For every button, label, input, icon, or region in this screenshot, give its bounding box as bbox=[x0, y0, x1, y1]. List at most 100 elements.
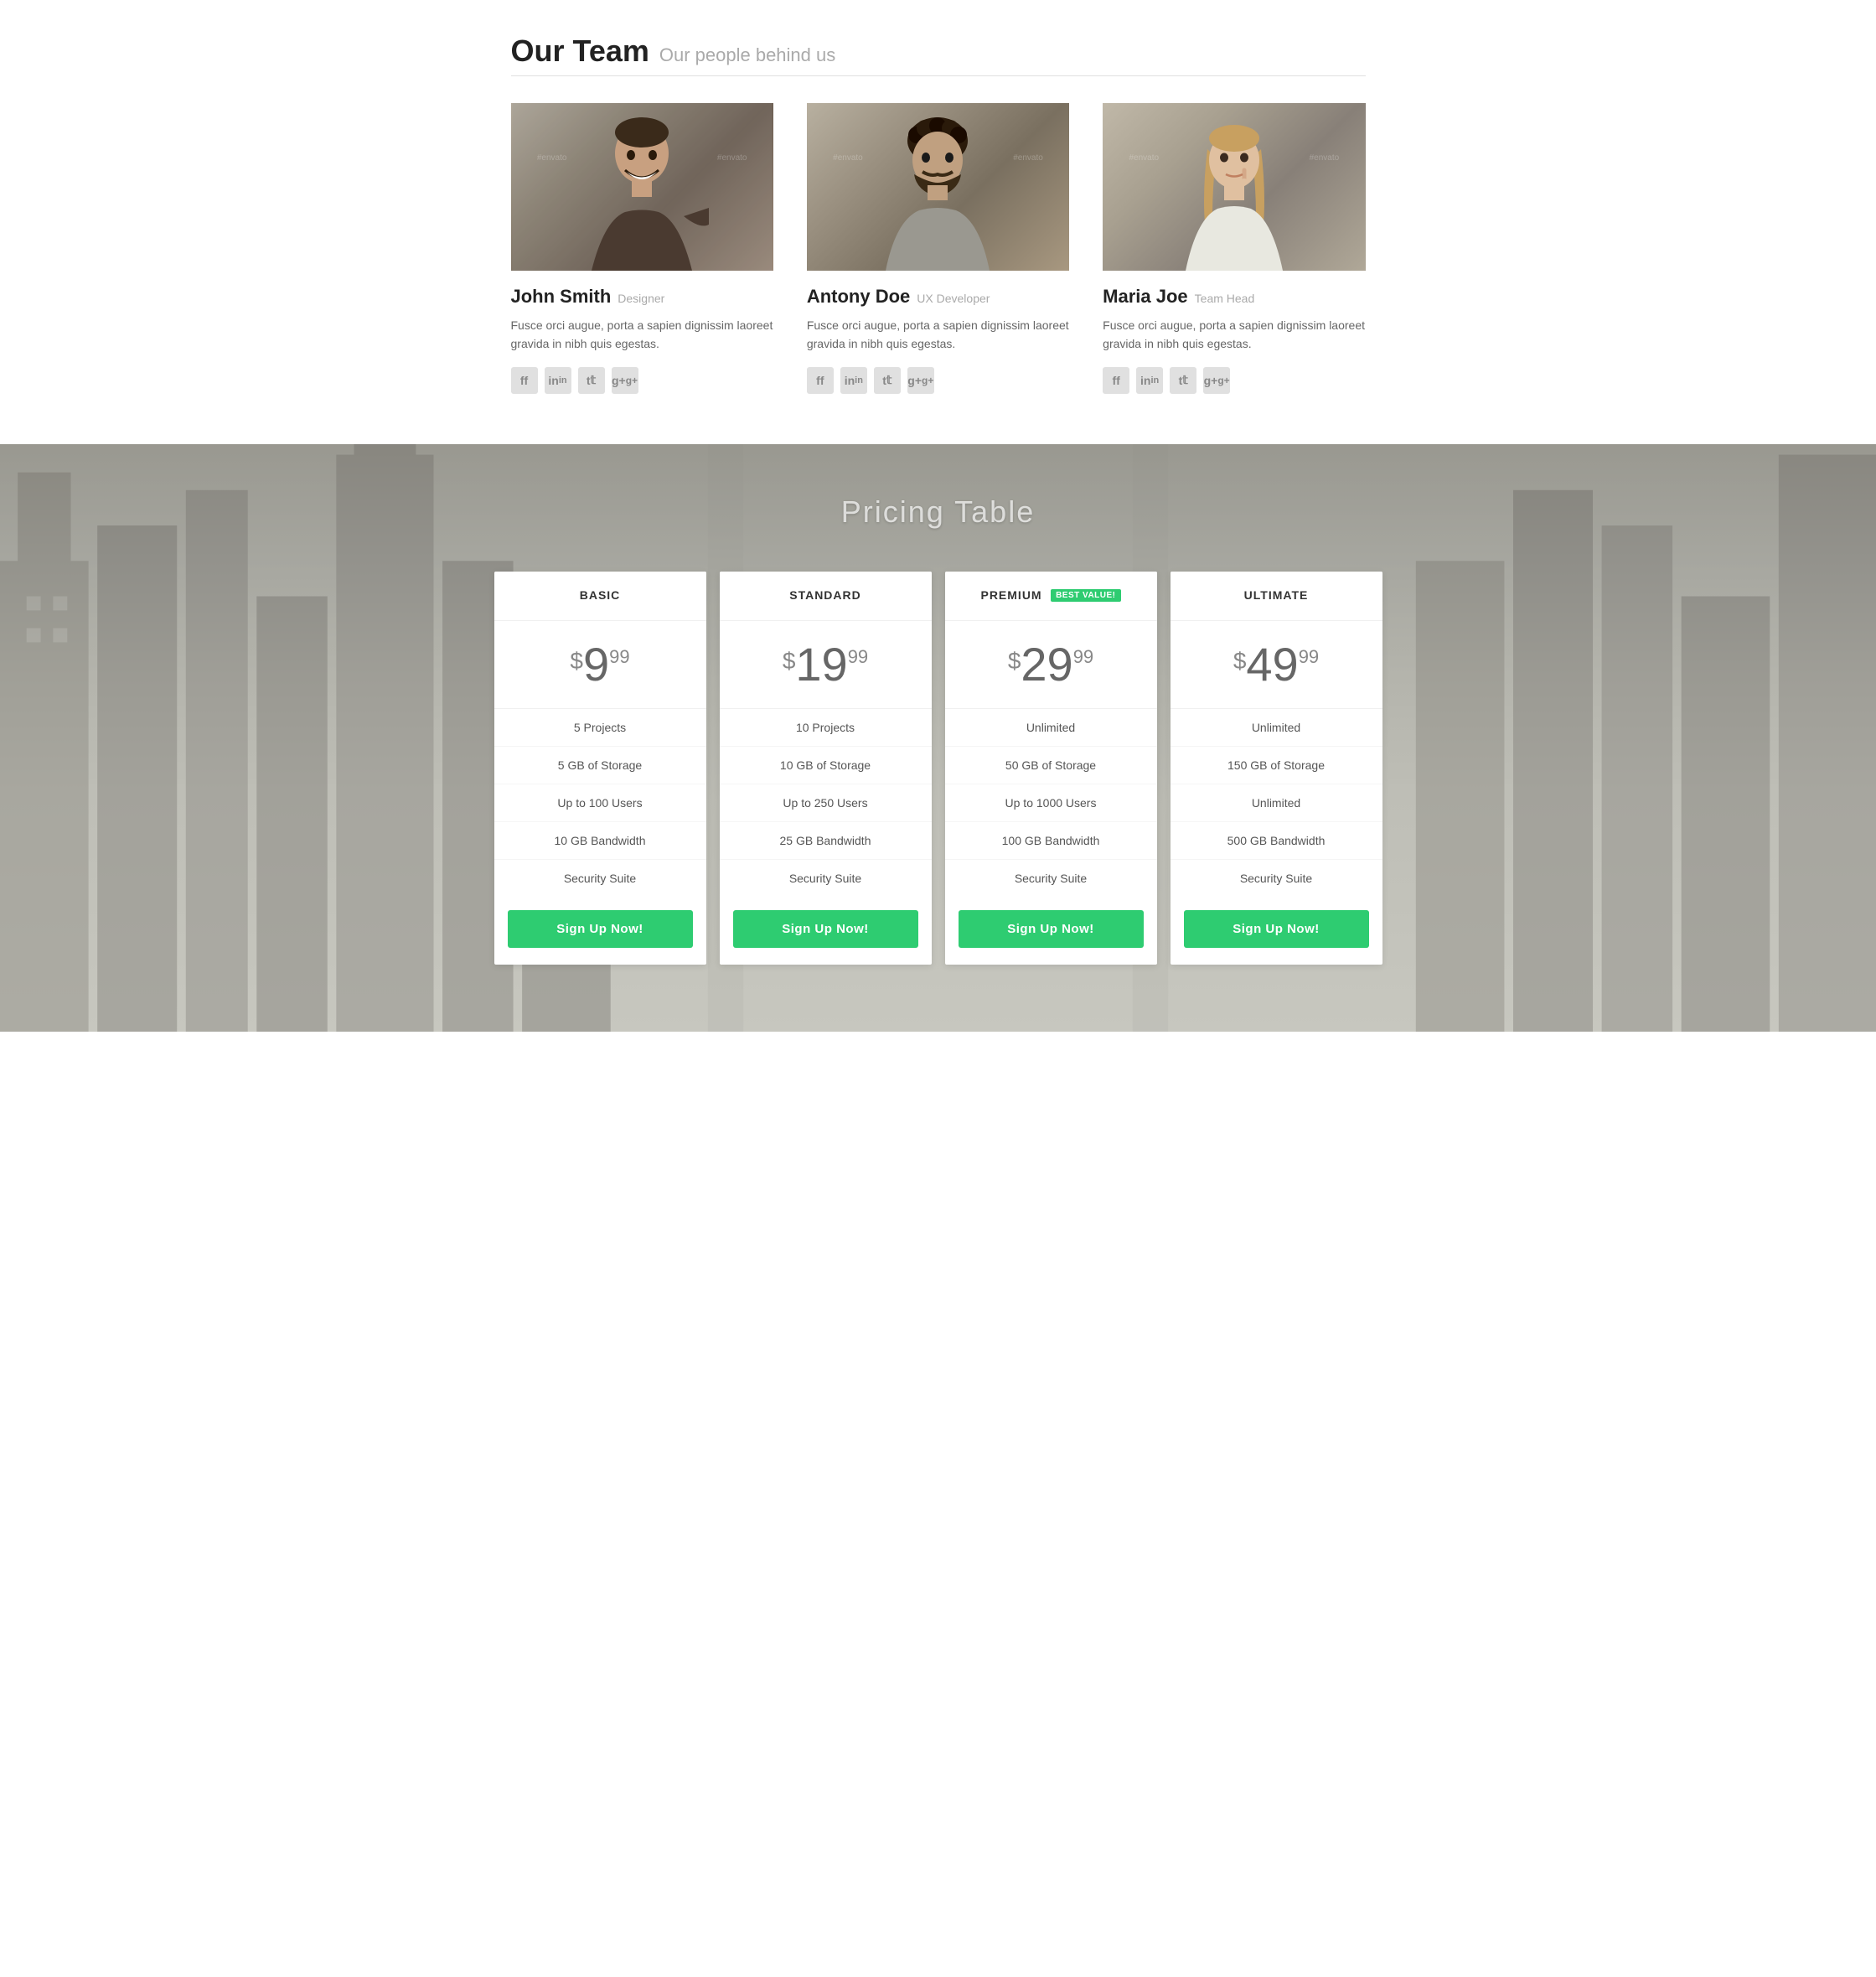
member-photo-john: #envato #envato bbox=[511, 103, 773, 271]
price-block-ultimate: $ 49 99 bbox=[1171, 621, 1382, 709]
googleplus-icon-antony[interactable]: g+ bbox=[907, 367, 934, 394]
plan-header-standard: STANDARD bbox=[720, 572, 932, 621]
feature-standard-1: 10 Projects bbox=[720, 709, 932, 747]
price-main-basic: $ 9 99 bbox=[570, 641, 629, 688]
feature-standard-2: 10 GB of Storage bbox=[720, 747, 932, 784]
price-main-standard: $ 19 99 bbox=[783, 641, 868, 688]
plan-header-basic: BASIC bbox=[494, 572, 706, 621]
feature-standard-3: Up to 250 Users bbox=[720, 784, 932, 822]
team-grid: #envato #envato John Smith Designer Fusc… bbox=[511, 103, 1366, 394]
plan-header-premium: PREMIUM BEST VALUE! bbox=[945, 572, 1157, 621]
linkedin-icon-maria[interactable]: in bbox=[1136, 367, 1163, 394]
feature-ultimate-1: Unlimited bbox=[1171, 709, 1382, 747]
pricing-card-premium: PREMIUM BEST VALUE! $ 29 99 Unlimited 50… bbox=[945, 572, 1157, 965]
feature-basic-3: Up to 100 Users bbox=[494, 784, 706, 822]
member-bio-maria: Fusce orci augue, porta a sapien digniss… bbox=[1103, 316, 1365, 354]
twitter-icon-john[interactable]: t bbox=[578, 367, 605, 394]
feature-ultimate-5: Security Suite bbox=[1171, 860, 1382, 897]
plan-name-basic: BASIC bbox=[580, 588, 621, 602]
member-name-row-antony: Antony Doe UX Developer bbox=[807, 286, 1069, 308]
price-cents-premium: 99 bbox=[1073, 646, 1093, 668]
dollar-sign-basic: $ bbox=[570, 648, 583, 675]
team-member-maria: #envato #envato Maria Joe Team Head Fusc… bbox=[1103, 103, 1365, 394]
facebook-icon-antony[interactable]: f bbox=[807, 367, 834, 394]
dollar-sign-standard: $ bbox=[783, 648, 796, 675]
plan-features-basic: 5 Projects 5 GB of Storage Up to 100 Use… bbox=[494, 709, 706, 897]
price-number-premium: 29 bbox=[1021, 641, 1072, 688]
member-name-row-john: John Smith Designer bbox=[511, 286, 773, 308]
team-member-antony: #envato #envato Antony Doe UX Developer … bbox=[807, 103, 1069, 394]
team-title: Our Team bbox=[511, 34, 649, 69]
plan-name-premium: PREMIUM bbox=[980, 588, 1041, 602]
plan-name-standard: STANDARD bbox=[789, 588, 861, 602]
feature-ultimate-3: Unlimited bbox=[1171, 784, 1382, 822]
feature-premium-5: Security Suite bbox=[945, 860, 1157, 897]
team-section: Our Team Our people behind us bbox=[494, 0, 1382, 444]
signup-button-basic[interactable]: Sign Up Now! bbox=[508, 910, 693, 948]
price-block-premium: $ 29 99 bbox=[945, 621, 1157, 709]
feature-basic-5: Security Suite bbox=[494, 860, 706, 897]
signup-button-premium[interactable]: Sign Up Now! bbox=[959, 910, 1144, 948]
facebook-icon-maria[interactable]: f bbox=[1103, 367, 1129, 394]
price-main-premium: $ 29 99 bbox=[1008, 641, 1093, 688]
feature-premium-3: Up to 1000 Users bbox=[945, 784, 1157, 822]
team-divider bbox=[511, 75, 1366, 76]
dollar-sign-ultimate: $ bbox=[1233, 648, 1247, 675]
feature-premium-1: Unlimited bbox=[945, 709, 1157, 747]
plan-features-standard: 10 Projects 10 GB of Storage Up to 250 U… bbox=[720, 709, 932, 897]
social-icons-antony: f in t g+ bbox=[807, 367, 1069, 394]
twitter-icon-maria[interactable]: t bbox=[1170, 367, 1196, 394]
linkedin-icon-john[interactable]: in bbox=[545, 367, 571, 394]
price-main-ultimate: $ 49 99 bbox=[1233, 641, 1319, 688]
plan-features-ultimate: Unlimited 150 GB of Storage Unlimited 50… bbox=[1171, 709, 1382, 897]
feature-ultimate-2: 150 GB of Storage bbox=[1171, 747, 1382, 784]
member-photo-antony: #envato #envato bbox=[807, 103, 1069, 271]
plan-header-ultimate: ULTIMATE bbox=[1171, 572, 1382, 621]
googleplus-icon-maria[interactable]: g+ bbox=[1203, 367, 1230, 394]
member-title-antony: UX Developer bbox=[917, 292, 990, 305]
social-icons-john: f in t g+ bbox=[511, 367, 773, 394]
feature-premium-4: 100 GB Bandwidth bbox=[945, 822, 1157, 860]
feature-basic-1: 5 Projects bbox=[494, 709, 706, 747]
feature-standard-5: Security Suite bbox=[720, 860, 932, 897]
member-title-maria: Team Head bbox=[1195, 292, 1255, 305]
pricing-grid: BASIC $ 9 99 5 Projects 5 GB of Storage … bbox=[494, 572, 1382, 965]
price-block-basic: $ 9 99 bbox=[494, 621, 706, 709]
feature-ultimate-4: 500 GB Bandwidth bbox=[1171, 822, 1382, 860]
best-value-badge: BEST VALUE! bbox=[1051, 589, 1120, 602]
price-cents-standard: 99 bbox=[848, 646, 868, 668]
member-photo-maria: #envato #envato bbox=[1103, 103, 1365, 271]
price-cents-basic: 99 bbox=[609, 646, 629, 668]
feature-basic-4: 10 GB Bandwidth bbox=[494, 822, 706, 860]
price-cents-ultimate: 99 bbox=[1299, 646, 1319, 668]
member-title-john: Designer bbox=[618, 292, 664, 305]
team-subtitle: Our people behind us bbox=[659, 44, 835, 66]
signup-button-ultimate[interactable]: Sign Up Now! bbox=[1184, 910, 1369, 948]
pricing-card-basic: BASIC $ 9 99 5 Projects 5 GB of Storage … bbox=[494, 572, 706, 965]
member-bio-john: Fusce orci augue, porta a sapien digniss… bbox=[511, 316, 773, 354]
dollar-sign-premium: $ bbox=[1008, 648, 1021, 675]
linkedin-icon-antony[interactable]: in bbox=[840, 367, 867, 394]
team-member-john: #envato #envato John Smith Designer Fusc… bbox=[511, 103, 773, 394]
member-name-john: John Smith bbox=[511, 286, 612, 308]
team-heading: Our Team Our people behind us bbox=[511, 34, 1366, 69]
member-name-row-maria: Maria Joe Team Head bbox=[1103, 286, 1365, 308]
pricing-section: Pricing Table BASIC $ 9 99 5 Projects 5 … bbox=[0, 444, 1876, 1032]
price-number-ultimate: 49 bbox=[1246, 641, 1298, 688]
googleplus-icon-john[interactable]: g+ bbox=[612, 367, 638, 394]
price-block-standard: $ 19 99 bbox=[720, 621, 932, 709]
member-bio-antony: Fusce orci augue, porta a sapien digniss… bbox=[807, 316, 1069, 354]
plan-name-ultimate: ULTIMATE bbox=[1244, 588, 1309, 602]
pricing-card-standard: STANDARD $ 19 99 10 Projects 10 GB of St… bbox=[720, 572, 932, 965]
feature-standard-4: 25 GB Bandwidth bbox=[720, 822, 932, 860]
pricing-card-ultimate: ULTIMATE $ 49 99 Unlimited 150 GB of Sto… bbox=[1171, 572, 1382, 965]
pricing-title: Pricing Table bbox=[17, 494, 1859, 530]
twitter-icon-antony[interactable]: t bbox=[874, 367, 901, 394]
price-number-basic: 9 bbox=[583, 641, 609, 688]
signup-button-standard[interactable]: Sign Up Now! bbox=[733, 910, 918, 948]
social-icons-maria: f in t g+ bbox=[1103, 367, 1365, 394]
facebook-icon-john[interactable]: f bbox=[511, 367, 538, 394]
plan-features-premium: Unlimited 50 GB of Storage Up to 1000 Us… bbox=[945, 709, 1157, 897]
feature-premium-2: 50 GB of Storage bbox=[945, 747, 1157, 784]
price-number-standard: 19 bbox=[795, 641, 847, 688]
